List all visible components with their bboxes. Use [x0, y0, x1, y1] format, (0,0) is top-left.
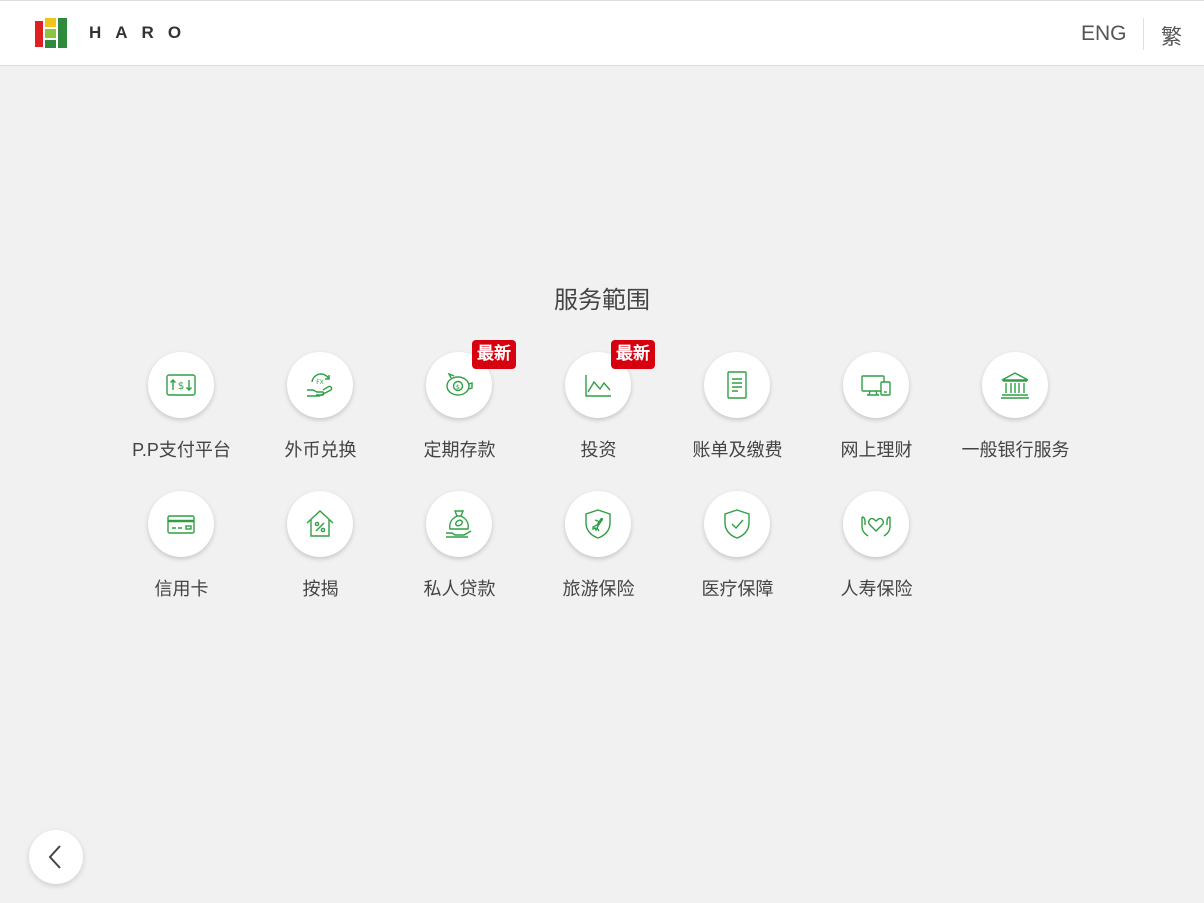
service-tile-medical-insurance[interactable]: 医疗保障: [668, 491, 807, 630]
bill-document-icon: [727, 371, 747, 399]
fx-exchange-icon: FX: [307, 373, 333, 397]
service-icon-circle: [287, 491, 353, 557]
svg-text:$: $: [456, 383, 460, 391]
service-icon-circle: [982, 352, 1048, 418]
brand-name: HARO: [89, 23, 196, 42]
shield-plane-icon: [585, 509, 611, 539]
language-divider: [1143, 18, 1144, 50]
chevron-left-icon: [48, 845, 61, 869]
service-tile-personal-loan[interactable]: 私人贷款: [390, 491, 529, 630]
piggy-bank-icon: $: [446, 372, 473, 396]
language-english-link[interactable]: ENG: [1081, 22, 1127, 46]
credit-card-icon: [167, 515, 195, 534]
service-icon-circle: [426, 491, 492, 557]
service-tile-bill-payment[interactable]: 账单及缴费: [668, 352, 807, 491]
service-icon-circle: [704, 491, 770, 557]
new-badge: 最新: [611, 340, 655, 369]
service-icon-circle: [565, 491, 631, 557]
header-bar: HARO ENG 繁: [0, 0, 1204, 66]
service-tile-pp-payment[interactable]: $ P.P支付平台: [112, 352, 251, 491]
haro-logo-icon: [35, 18, 67, 48]
service-icon-circle: [843, 491, 909, 557]
svg-text:FX: FX: [316, 379, 324, 386]
new-badge: 最新: [472, 340, 516, 369]
service-tile-fx-exchange[interactable]: FX 外币兑换: [251, 352, 390, 491]
service-tile-online-banking[interactable]: 网上理财: [807, 352, 946, 491]
back-button[interactable]: [29, 830, 83, 884]
service-tile-general-banking[interactable]: 一般银行服务: [946, 352, 1085, 491]
service-label: 一般银行服务: [961, 440, 1070, 460]
service-icon-circle: [704, 352, 770, 418]
desktop-devices-icon: [861, 375, 891, 396]
service-tile-credit-card[interactable]: 信用卡: [112, 491, 251, 630]
hands-heart-icon: [861, 516, 891, 537]
service-tile-mortgage[interactable]: 按揭: [251, 491, 390, 630]
service-icon-circle: [148, 491, 214, 557]
money-bag-icon: [446, 510, 472, 538]
language-traditional-link[interactable]: 繁: [1161, 21, 1182, 51]
house-percent-icon: [306, 510, 334, 537]
section-title: 服务範围: [554, 287, 650, 314]
service-icon-circle: FX: [287, 352, 353, 418]
services-grid: $ P.P支付平台 FX 外币兑换 $ 最新 定期存款 最新 投资 账单及缴费 …: [112, 340, 1112, 630]
svg-text:$: $: [178, 381, 184, 392]
service-label: 人寿保险: [840, 579, 913, 599]
service-icon-circle: $: [148, 352, 214, 418]
payment-transfer-icon: $: [166, 374, 196, 396]
shield-check-icon: [724, 509, 750, 539]
service-tile-investment[interactable]: 最新 投资: [529, 340, 668, 491]
service-icon-circle: [843, 352, 909, 418]
service-tile-life-insurance[interactable]: 人寿保险: [807, 491, 946, 630]
bank-building-icon: [1001, 372, 1029, 399]
service-tile-travel-insurance[interactable]: 旅游保险: [529, 491, 668, 630]
line-chart-icon: [585, 375, 611, 397]
service-tile-fixed-deposit[interactable]: $ 最新 定期存款: [390, 340, 529, 491]
